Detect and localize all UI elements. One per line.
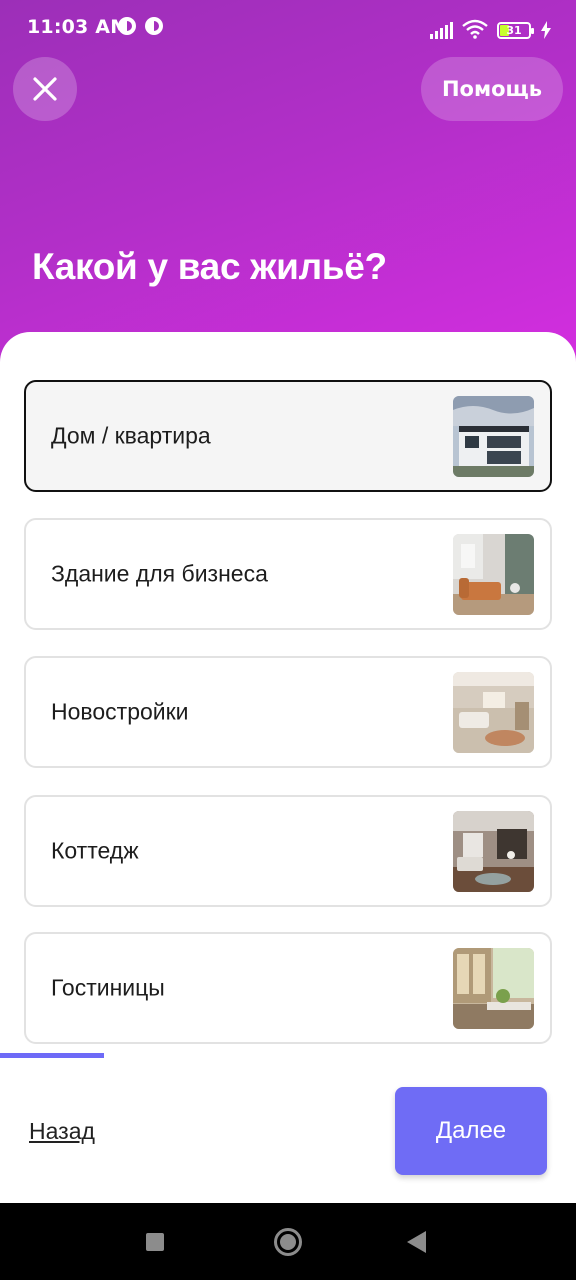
header: 11:03 AM 31 Помощь Какой у вас жильё? [0,0,576,372]
option-label: Гостиницы [51,974,165,1001]
option-business-building[interactable]: Здание для бизнеса [24,518,552,630]
option-image [453,811,534,892]
recent-apps-icon[interactable] [146,1233,164,1251]
page-title: Какой у вас жильё? [32,246,387,287]
option-image [453,948,534,1029]
option-label: Коттедж [51,837,139,864]
option-label: Дом / квартира [51,422,211,449]
system-nav-bar [0,1203,576,1280]
home-icon[interactable] [274,1228,302,1256]
status-time: 11:03 AM [27,16,130,38]
help-button[interactable]: Помощь [421,57,563,121]
next-button[interactable]: Далее [395,1087,547,1175]
status-icons: 31 [430,15,552,39]
notification-icon [145,17,163,35]
option-image [453,672,534,753]
signal-icon [430,21,453,39]
option-cottage[interactable]: Коттедж [24,795,552,907]
progress-bar [0,1053,576,1058]
back-link[interactable]: Назад [29,1118,95,1145]
option-new-buildings[interactable]: Новостройки [24,656,552,768]
option-label: Новостройки [51,698,189,725]
option-image [453,396,534,477]
close-icon [33,77,57,101]
wifi-icon [462,19,488,39]
battery-icon: 31 [497,22,534,39]
battery-level: 31 [506,24,522,37]
charging-icon [541,21,551,39]
notification-icon [118,17,136,35]
option-label: Здание для бизнеса [51,560,268,587]
option-hotels[interactable]: Гостиницы [24,932,552,1044]
close-button[interactable] [13,57,77,121]
back-icon[interactable] [407,1231,426,1253]
option-house-apartment[interactable]: Дом / квартира [24,380,552,492]
progress-fill [0,1053,104,1058]
option-image [453,534,534,615]
status-bar: 11:03 AM 31 [0,0,576,44]
